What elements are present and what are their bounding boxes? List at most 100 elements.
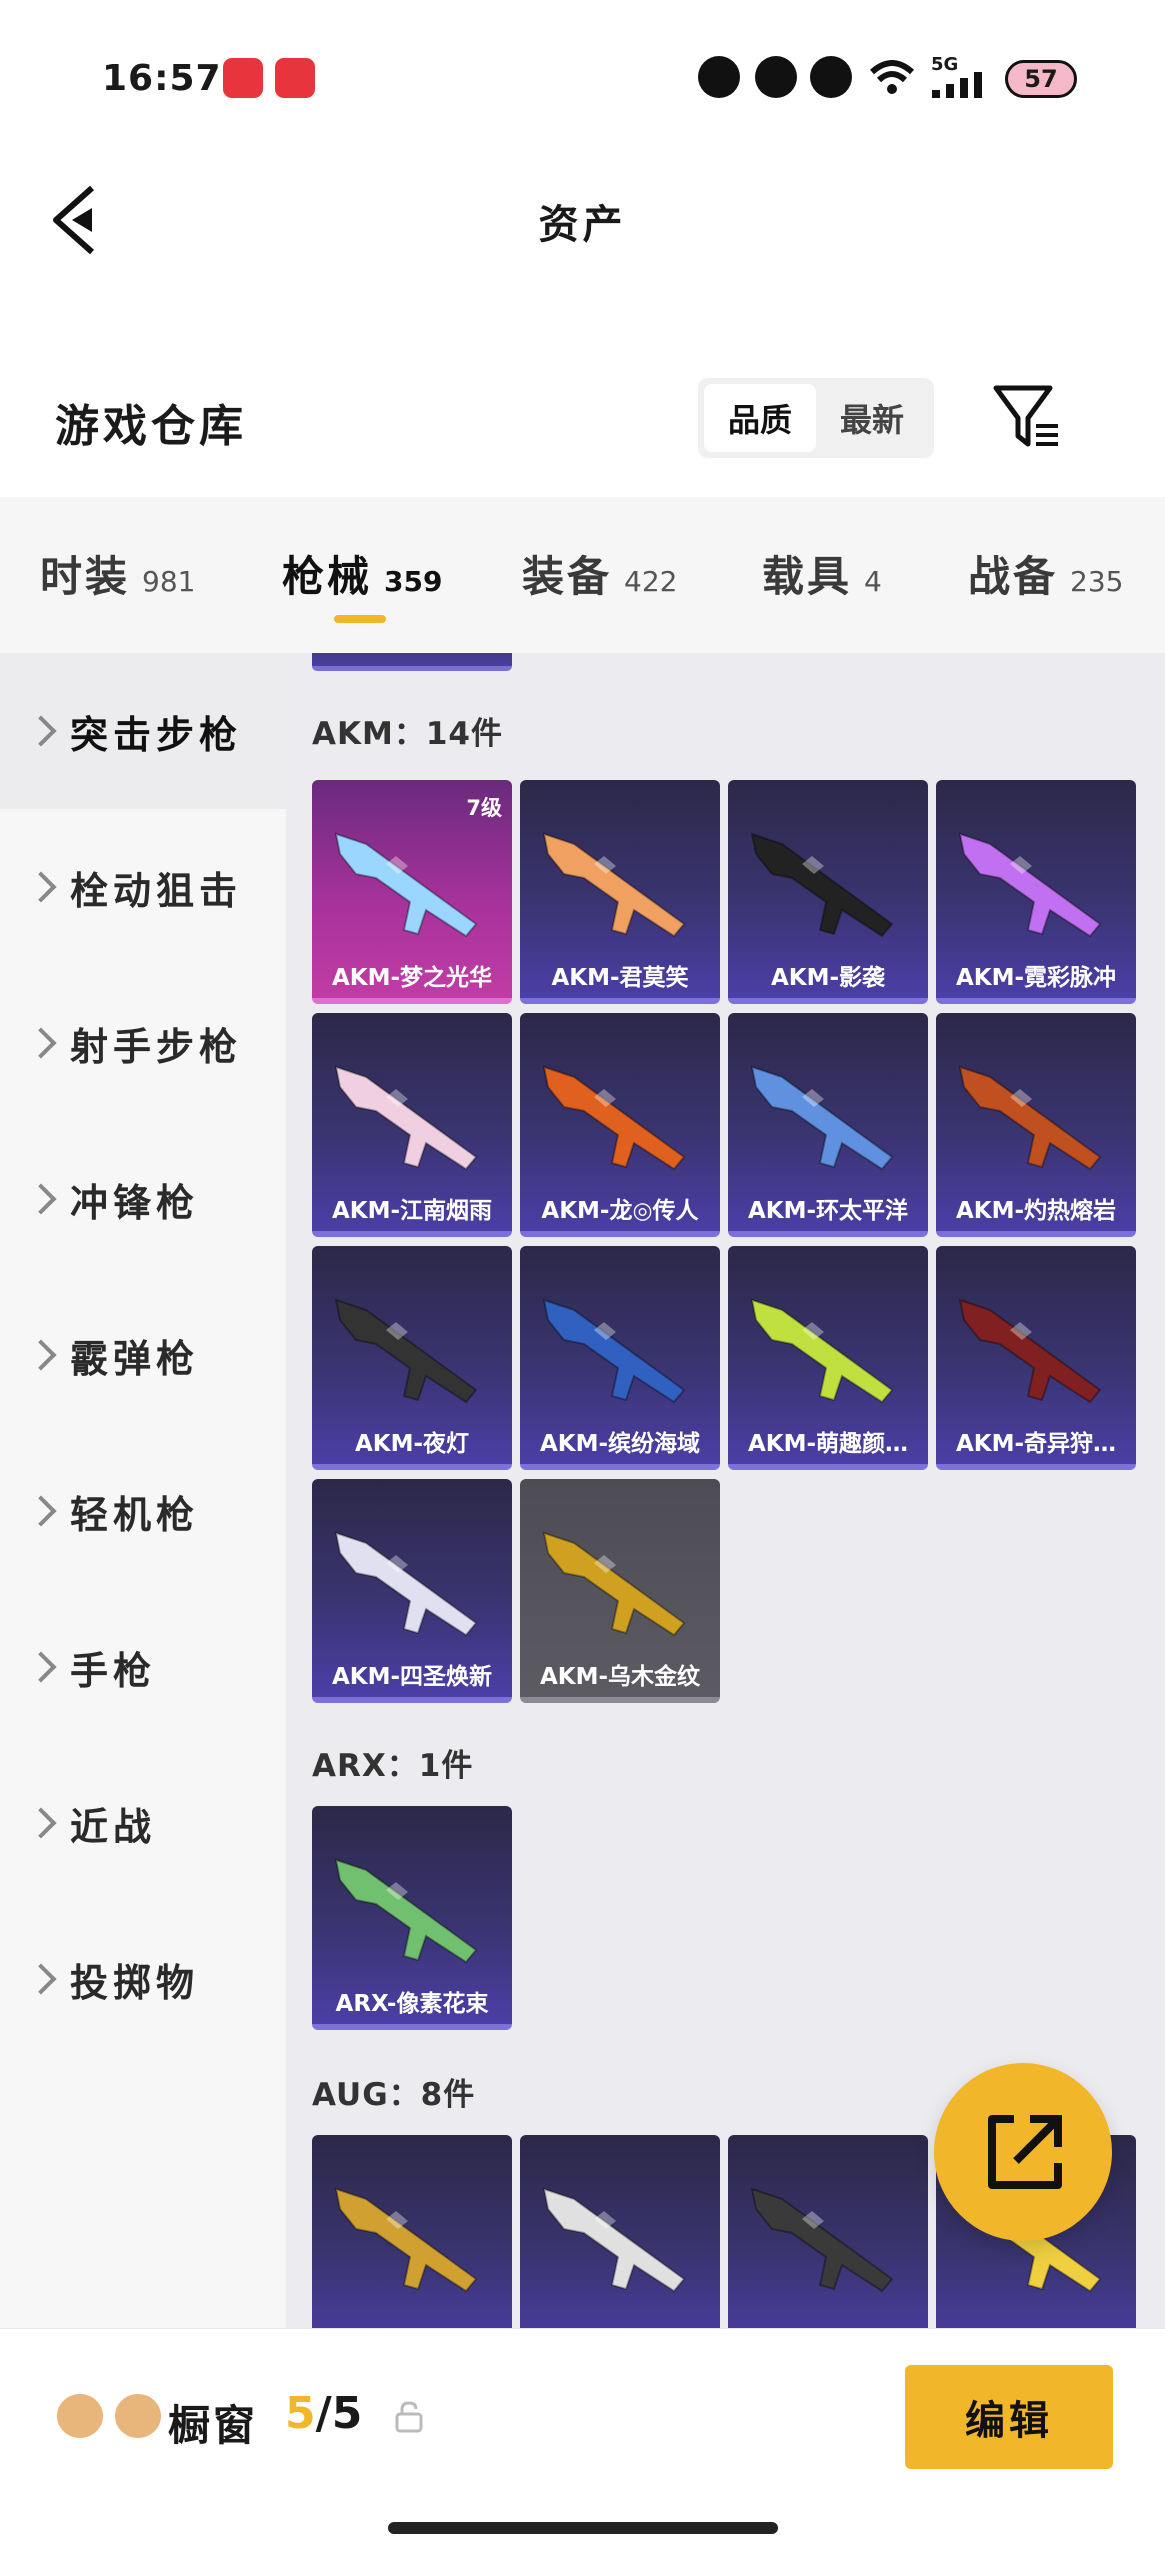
rifle-icon: [542, 1298, 686, 1404]
item-tile-label: AKM-影袭: [770, 965, 886, 991]
sidebar-item-label: 轻机枪: [70, 1492, 200, 1537]
sort-toggle: 品质 最新: [698, 378, 934, 458]
showcase-total: 5: [331, 2388, 363, 2439]
item-tile-label: AKM-江南烟雨: [331, 1198, 493, 1224]
home-indicator[interactable]: [388, 2522, 778, 2534]
item-tile[interactable]: AKM-乌木金纹: [520, 1479, 720, 1703]
rifle-icon: [334, 832, 478, 938]
rifle-icon: [542, 1065, 686, 1171]
item-tile[interactable]: ARX-像素花束: [312, 1806, 512, 2030]
sidebar-item-shotgun[interactable]: 霰弹枪: [0, 1277, 286, 1433]
sidebar-item-melee[interactable]: 近战: [0, 1745, 286, 1901]
tab-count: 235: [1070, 565, 1124, 598]
page-title: 资产: [538, 202, 627, 248]
filter-icon[interactable]: [992, 384, 1062, 450]
item-tile[interactable]: [312, 2135, 512, 2328]
paw-avatar-icon: [115, 2394, 161, 2438]
sidebar-item-label: 投掷物: [70, 1960, 200, 2005]
wifi-icon: [869, 60, 915, 94]
tab-label: 装备: [522, 552, 613, 601]
item-tile[interactable]: AKM-霓彩脉冲: [936, 780, 1136, 1004]
share-button[interactable]: [934, 2063, 1112, 2241]
rifle-icon: [750, 832, 894, 938]
sidebar-item-label: 手枪: [70, 1648, 157, 1693]
item-tile[interactable]: AKM-灼热熔岩: [936, 1013, 1136, 1237]
tab-firearms[interactable]: 枪械 359: [282, 543, 442, 604]
chevron-right-icon: [25, 1963, 57, 1995]
sidebar-item-label: 栓动狙击: [70, 868, 243, 913]
rifle-icon: [334, 1065, 478, 1171]
item-tile-label: AKM-梦之光华: [331, 965, 493, 991]
rifle-icon: [334, 2187, 478, 2293]
tab-count: 422: [624, 565, 678, 598]
sidebar-item-throwable[interactable]: 投掷物: [0, 1901, 286, 2057]
sidebar-item-assault-rifle[interactable]: 突击步枪: [0, 653, 286, 809]
item-tile-label: ARX-像素花束: [335, 1991, 489, 2017]
sort-newest-button[interactable]: 最新: [816, 384, 928, 452]
tab-label: 时装: [40, 552, 131, 601]
item-tile[interactable]: AKM-萌趣颜…: [728, 1246, 928, 1470]
group-header-akm: AKM：14件: [312, 716, 504, 752]
item-tile-label: AKM-灼热熔岩: [955, 1198, 1117, 1224]
showcase-current: 5: [285, 2388, 316, 2439]
item-tile-label: AKM-萌趣颜…: [747, 1431, 909, 1457]
chevron-right-icon: [25, 1183, 57, 1215]
item-tile-label: AKM-四圣焕新: [331, 1664, 493, 1690]
item-tile[interactable]: AKM-环太平洋: [728, 1013, 928, 1237]
item-tile-label: AKM-缤纷海域: [539, 1431, 701, 1457]
tab-equipment[interactable]: 装备 422: [522, 543, 677, 604]
chevron-right-icon: [25, 1495, 57, 1527]
lock-icon[interactable]: [392, 2400, 426, 2434]
sidebar-item-smg[interactable]: 冲锋枪: [0, 1121, 286, 1277]
sidebar-item-lmg[interactable]: 轻机枪: [0, 1433, 286, 1589]
tab-count: 359: [384, 565, 443, 598]
item-tile-label: AKM-环太平洋: [747, 1198, 909, 1224]
item-tile[interactable]: [520, 2135, 720, 2328]
item-tile[interactable]: AKM-龙◎传人: [520, 1013, 720, 1237]
edit-button[interactable]: 编辑: [905, 2365, 1113, 2469]
sidebar-item-bolt-sniper[interactable]: 栓动狙击: [0, 809, 286, 965]
status-bar: 16:57 5G 57: [0, 0, 1165, 150]
sort-quality-button[interactable]: 品质: [704, 384, 816, 452]
battery-icon: 57: [1005, 60, 1077, 98]
tab-supplies[interactable]: 战备 235: [968, 543, 1123, 604]
rifle-icon: [958, 1065, 1102, 1171]
item-tile[interactable]: AKM-君莫笑: [520, 780, 720, 1004]
sidebar-item-label: 突击步枪: [70, 712, 243, 757]
tab-fashion[interactable]: 时装 981: [40, 543, 195, 604]
item-tile[interactable]: [728, 2135, 928, 2328]
chevron-right-icon: [25, 715, 57, 747]
sidebar-item-marksman-rifle[interactable]: 射手步枪: [0, 965, 286, 1121]
item-tile[interactable]: AKM-缤纷海域: [520, 1246, 720, 1470]
sidebar-item-label: 冲锋枪: [70, 1180, 200, 1225]
warehouse-title: 游戏仓库: [55, 401, 247, 452]
tab-active-indicator: [334, 615, 386, 623]
chevron-right-icon: [25, 1651, 57, 1683]
item-tile[interactable]: AKM-夜灯: [312, 1246, 512, 1470]
rifle-icon: [542, 2187, 686, 2293]
item-tile[interactable]: AKM-江南烟雨: [312, 1013, 512, 1237]
item-tile[interactable]: AKM-四圣焕新: [312, 1479, 512, 1703]
showcase-label: 橱窗: [168, 2401, 259, 2450]
rifle-icon: [750, 2187, 894, 2293]
item-tile[interactable]: AKM-奇异狩…: [936, 1246, 1136, 1470]
group-header-arx: ARX：1件: [312, 1748, 474, 1784]
sidebar-item-pistol[interactable]: 手枪: [0, 1589, 286, 1745]
tab-label: 战备: [968, 552, 1059, 601]
item-tile[interactable]: AKM-影袭: [728, 780, 928, 1004]
tab-vehicles[interactable]: 载具 4: [762, 543, 882, 604]
item-tile-label: AKM-奇异狩…: [955, 1431, 1117, 1457]
item-tile-label: AKM-乌木金纹: [539, 1664, 701, 1690]
rifle-icon: [334, 1858, 478, 1964]
tab-count: 981: [142, 565, 196, 598]
item-tile-partial[interactable]: [312, 653, 512, 671]
heart-app-icon: [275, 58, 315, 98]
paw-status-icon: [810, 56, 852, 98]
tab-count: 4: [864, 565, 882, 598]
flower-status-icon: [698, 56, 740, 98]
item-tile[interactable]: 7级 AKM-梦之光华: [312, 780, 512, 1004]
rifle-icon: [334, 1298, 478, 1404]
tab-label: 载具: [762, 552, 853, 601]
chevron-right-icon: [25, 1339, 57, 1371]
sidebar-item-label: 霰弹枪: [70, 1336, 200, 1381]
